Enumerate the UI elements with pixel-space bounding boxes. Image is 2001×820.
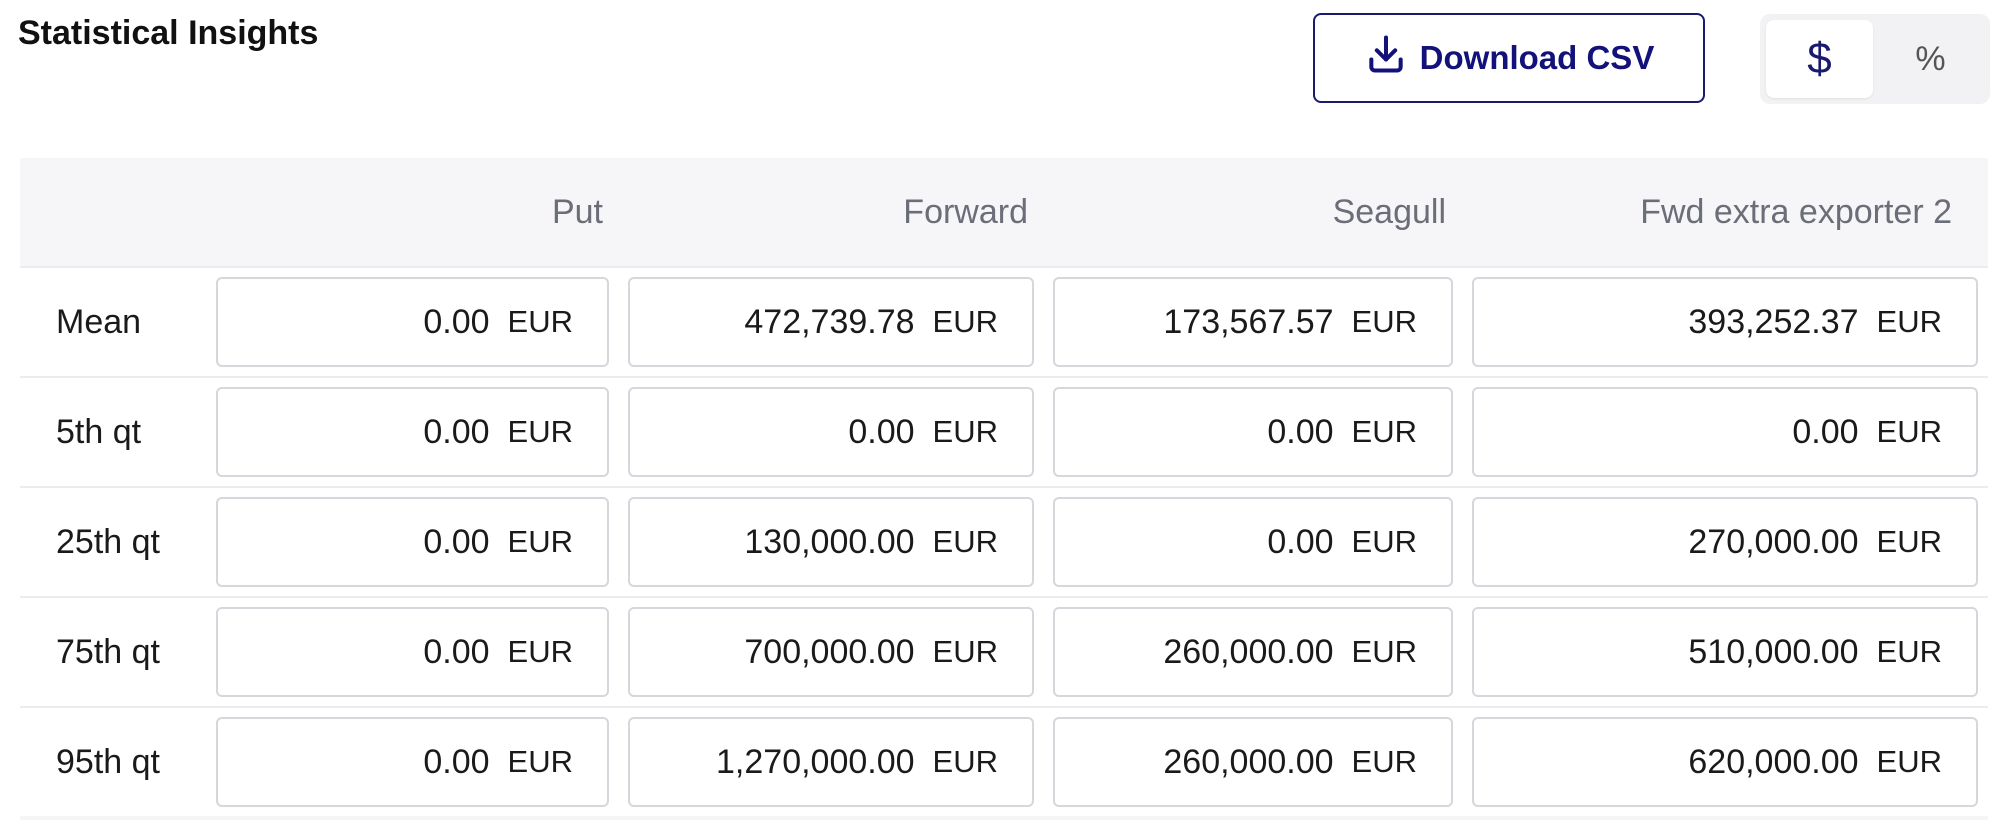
cell-value: 0.00 — [1792, 412, 1859, 451]
cell-value: 393,252.37 — [1688, 302, 1859, 341]
cell-value: 620,000.00 — [1688, 742, 1859, 781]
currency-label: EUR — [1876, 744, 1942, 779]
toggle-currency[interactable]: $ — [1766, 20, 1873, 98]
cell-value: 0.00 — [423, 302, 490, 341]
cell-value: 260,000.00 — [1163, 632, 1334, 671]
value-cell[interactable]: 0.00 EUR — [216, 277, 609, 367]
currency-label: EUR — [507, 414, 573, 449]
download-csv-label: Download CSV — [1419, 39, 1655, 76]
value-cell[interactable]: 472,739.78 EUR — [628, 277, 1034, 367]
currency-label: EUR — [1876, 524, 1942, 559]
column-header-fwd-extra-exporter-2: Fwd extra exporter 2 — [1640, 192, 1952, 231]
currency-label: EUR — [932, 744, 998, 779]
currency-label: EUR — [932, 414, 998, 449]
value-cell[interactable]: 393,252.37 EUR — [1472, 277, 1978, 367]
cell-value: 1,270,000.00 — [716, 742, 915, 781]
column-header-forward: Forward — [903, 192, 1028, 231]
cell-value: 0.00 — [1267, 522, 1334, 561]
currency-label: EUR — [932, 634, 998, 669]
download-csv-button[interactable]: Download CSV — [1313, 13, 1705, 103]
table-row: 5th qt 0.00 EUR 0.00 EUR 0.00 EUR 0.00 EUR — [20, 376, 1988, 486]
unit-toggle: $ % — [1760, 14, 1990, 104]
cell-value: 0.00 — [423, 742, 490, 781]
currency-label: EUR — [1351, 744, 1417, 779]
currency-label: EUR — [932, 524, 998, 559]
row-label: 75th qt — [56, 632, 160, 671]
currency-label: EUR — [507, 304, 573, 339]
cell-value: 0.00 — [423, 412, 490, 451]
row-label: 95th qt — [56, 742, 160, 781]
value-cell[interactable]: 260,000.00 EUR — [1053, 607, 1453, 697]
value-cell[interactable]: 0.00 EUR — [1053, 387, 1453, 477]
cell-value: 270,000.00 — [1688, 522, 1859, 561]
currency-label: EUR — [507, 634, 573, 669]
column-header-put: Put — [551, 192, 603, 231]
currency-label: EUR — [1876, 634, 1942, 669]
value-cell[interactable]: 510,000.00 EUR — [1472, 607, 1978, 697]
cell-value: 0.00 — [423, 522, 490, 561]
currency-label: EUR — [1351, 524, 1417, 559]
value-cell[interactable]: 0.00 EUR — [628, 387, 1034, 477]
value-cell[interactable]: 0.00 EUR — [216, 607, 609, 697]
currency-label: EUR — [507, 524, 573, 559]
column-header-seagull: Seagull — [1332, 192, 1446, 231]
cell-value: 130,000.00 — [744, 522, 915, 561]
value-cell[interactable]: 1,270,000.00 EUR — [628, 717, 1034, 807]
cell-value: 260,000.00 — [1163, 742, 1334, 781]
currency-label: EUR — [1351, 414, 1417, 449]
value-cell[interactable]: 260,000.00 EUR — [1053, 717, 1453, 807]
currency-label: EUR — [1351, 634, 1417, 669]
table-row: Mean 0.00 EUR 472,739.78 EUR 173,567.57 EUR 393… — [20, 266, 1988, 376]
table-row: 25th qt 0.00 EUR 130,000.00 EUR 0.00 EUR 270,00… — [20, 486, 1988, 596]
page-title: Statistical Insights — [18, 14, 319, 52]
row-label: 5th qt — [56, 412, 142, 451]
value-cell[interactable]: 0.00 EUR — [216, 387, 609, 477]
value-cell[interactable]: 130,000.00 EUR — [628, 497, 1034, 587]
value-cell[interactable]: 173,567.57 EUR — [1053, 277, 1453, 367]
row-label: 25th qt — [56, 522, 160, 561]
currency-label: EUR — [932, 304, 998, 339]
currency-label: EUR — [507, 744, 573, 779]
toggle-percent[interactable]: % — [1877, 20, 1984, 98]
cell-value: 0.00 — [1267, 412, 1334, 451]
currency-label: EUR — [1876, 304, 1942, 339]
cell-value: 0.00 — [848, 412, 915, 451]
currency-label: EUR — [1876, 414, 1942, 449]
cell-value: 510,000.00 — [1688, 632, 1859, 671]
table-header: Put Forward Seagull Fwd extra exporter 2 — [20, 158, 1988, 266]
value-cell[interactable]: 0.00 EUR — [216, 717, 609, 807]
cell-value: 173,567.57 — [1163, 302, 1334, 341]
value-cell[interactable]: 700,000.00 EUR — [628, 607, 1034, 697]
value-cell[interactable]: 0.00 EUR — [216, 497, 609, 587]
cell-value: 700,000.00 — [744, 632, 915, 671]
table-row: 75th qt 0.00 EUR 700,000.00 EUR 260,000.00 EUR… — [20, 596, 1988, 706]
currency-label: EUR — [1351, 304, 1417, 339]
row-label: Mean — [56, 302, 142, 341]
statistics-table: Put Forward Seagull Fwd extra exporter 2… — [20, 158, 1988, 820]
value-cell[interactable]: 270,000.00 EUR — [1472, 497, 1978, 587]
table-row: 95th qt 0.00 EUR 1,270,000.00 EUR 260,000.00 E… — [20, 706, 1988, 816]
cell-value: 0.00 — [423, 632, 490, 671]
value-cell[interactable]: 0.00 EUR — [1053, 497, 1453, 587]
cell-value: 472,739.78 — [744, 302, 915, 341]
value-cell[interactable]: 0.00 EUR — [1472, 387, 1978, 477]
download-icon — [1364, 32, 1408, 84]
value-cell[interactable]: 620,000.00 EUR — [1472, 717, 1978, 807]
